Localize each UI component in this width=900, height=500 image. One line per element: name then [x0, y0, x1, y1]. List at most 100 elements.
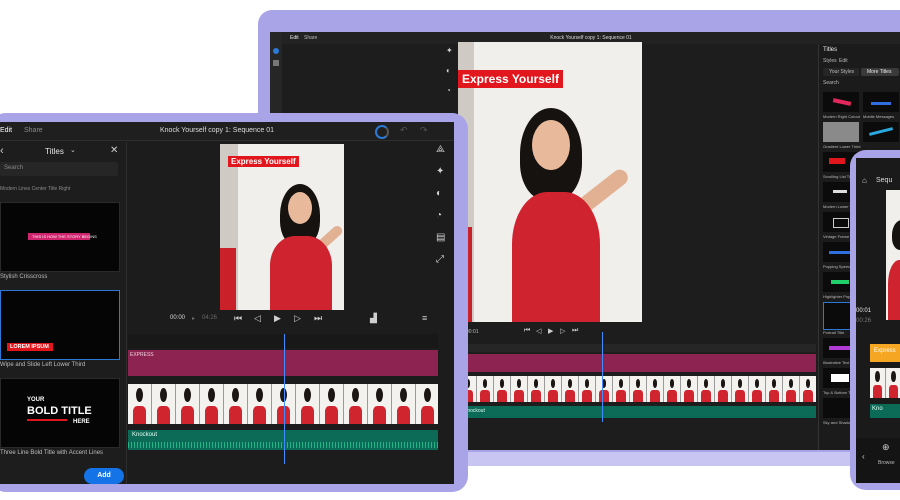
- subtab-your-styles-label: Your Styles: [829, 69, 855, 75]
- step-forward-icon[interactable]: ▷: [294, 313, 301, 324]
- phone-caption-clip-label: Express: [874, 348, 896, 354]
- sequence-title: Knock Yourself copy 1: Sequence 01: [550, 35, 632, 41]
- browse-label[interactable]: Browse: [878, 460, 895, 466]
- total-time: 04:26: [202, 315, 218, 321]
- title-preview-text: LOREM IPSUM: [10, 344, 49, 350]
- tablet-audio-track[interactable]: Knockout: [128, 430, 438, 450]
- tablet-caption-track[interactable]: EXPRESS: [128, 350, 438, 376]
- titles-panel-title: Titles: [45, 147, 64, 156]
- back-chevron-icon[interactable]: ‹: [0, 145, 4, 157]
- laptop-audio-track[interactable]: Knockout: [460, 406, 816, 418]
- phone-audio-label: Kno: [872, 406, 883, 412]
- subtab-more-titles-label: More Titles: [867, 69, 892, 75]
- title-card-three-line-bold[interactable]: YOUR BOLD TITLE HERE: [0, 378, 120, 448]
- home-icon[interactable]: ⌂: [862, 176, 867, 185]
- bold-title-line2: BOLD TITLE: [27, 405, 92, 417]
- go-to-start-icon[interactable]: ⏮: [524, 327, 530, 335]
- phone-screen: ⌂ Sequ 00:01 00:26 Express Kno ‹ ⊕ Brows…: [856, 158, 900, 483]
- tablet-tab-edit[interactable]: Edit: [0, 127, 12, 134]
- color-icon[interactable]: ◐: [446, 66, 451, 75]
- laptop-caption-track[interactable]: [460, 354, 816, 372]
- transform-icon[interactable]: ⤢: [436, 254, 444, 265]
- chevron-down-icon[interactable]: ⌄: [70, 146, 76, 154]
- panel-tab-edit[interactable]: Edit: [839, 58, 848, 64]
- search-placeholder: Search: [4, 165, 24, 171]
- phone-audio-track[interactable]: Kno: [870, 404, 900, 418]
- phone-video-track[interactable]: [870, 368, 900, 398]
- play-icon[interactable]: ▶: [548, 327, 553, 335]
- bold-title-line3: HERE: [73, 419, 90, 425]
- title-label: Gradient Lower Third: [823, 144, 861, 149]
- sync-progress-icon: [375, 125, 389, 139]
- edit-mode-icon[interactable]: [273, 48, 279, 54]
- play-icon[interactable]: ▶: [274, 313, 281, 324]
- titles-search-input[interactable]: Search: [0, 162, 118, 176]
- step-back-icon[interactable]: ◁: [254, 313, 261, 324]
- add-media-icon[interactable]: ⊕: [882, 442, 890, 453]
- title-thumb[interactable]: [823, 92, 859, 112]
- caption-track-label: EXPRESS: [130, 352, 154, 358]
- accent-line: [27, 419, 67, 421]
- phone-total-time: 00:26: [856, 318, 872, 324]
- audio-icon[interactable]: ▤: [436, 232, 445, 243]
- phone-bottom-bar: ‹ ⊕ Browse: [856, 438, 900, 483]
- title-label: Portrait Title: [823, 330, 845, 335]
- tablet-title-caption-overlay[interactable]: Express Yourself: [228, 156, 299, 167]
- tablet-titles-panel: ‹ Titles ⌄ ✕ Search Modern Lines Center …: [0, 142, 127, 484]
- tablet-program-monitor-video: Express Yourself: [220, 144, 344, 310]
- laptop-video-track[interactable]: [460, 376, 816, 402]
- panel-search[interactable]: Search: [823, 80, 839, 86]
- tablet-playback-controls: 00:00 ▸ 04:26 ⏮ ◁ ▶ ▷ ⏭ ▟ ≡: [170, 312, 430, 326]
- laptop-time-ruler[interactable]: [460, 344, 816, 352]
- phone-timecode: 00:01: [856, 308, 872, 314]
- audio-waveform: [128, 442, 438, 448]
- tablet-playhead[interactable]: [284, 334, 285, 464]
- tablet-top-bar: Edit Share Knock Yourself copy 1: Sequen…: [0, 122, 454, 141]
- panel-tab-styles[interactable]: Styles: [823, 58, 837, 64]
- quality-icon[interactable]: ▟: [370, 313, 377, 324]
- title-card-stylish-crisscross[interactable]: THIS IS HOW THE STORY BEGINS: [0, 202, 120, 272]
- time-separator-icon: ▸: [192, 316, 196, 322]
- tablet-video-track[interactable]: [128, 384, 438, 424]
- go-to-end-icon[interactable]: ⏭: [572, 327, 578, 335]
- title-caption-overlay[interactable]: Express Yourself: [458, 70, 563, 88]
- title-thumb[interactable]: [863, 92, 899, 112]
- close-icon[interactable]: ✕: [110, 145, 118, 156]
- card-label: Wipe and Slide Left Lower Third: [0, 362, 86, 368]
- title-thumb[interactable]: [863, 122, 899, 142]
- step-forward-icon[interactable]: ▷: [560, 327, 565, 335]
- add-button[interactable]: Add: [84, 468, 124, 484]
- color-icon[interactable]: ◐: [436, 188, 442, 199]
- speed-icon[interactable]: ◔: [446, 86, 451, 95]
- tablet-tab-share[interactable]: Share: [24, 127, 43, 134]
- phone-sequence-title: Sequ: [876, 177, 893, 184]
- laptop-playhead[interactable]: [602, 332, 603, 422]
- tablet-time-ruler[interactable]: [128, 334, 438, 348]
- effects-icon[interactable]: ✦: [436, 166, 444, 177]
- title-card-wipe-and-slide[interactable]: LOREM IPSUM: [0, 290, 120, 360]
- title-label: Mobile Messages: [863, 114, 895, 119]
- current-time: 00:00: [170, 315, 186, 321]
- redo-icon[interactable]: ↷: [420, 125, 428, 136]
- bold-title-line1: YOUR: [27, 397, 45, 403]
- effects-icon[interactable]: ✦: [446, 46, 453, 55]
- go-to-start-icon[interactable]: ⏮: [234, 313, 242, 324]
- subtab-your-styles[interactable]: Your Styles: [823, 68, 859, 76]
- phone-caption-clip[interactable]: Express: [870, 344, 900, 362]
- title-label: Modern Right Cutout: [823, 114, 860, 119]
- titles-icon[interactable]: ⟁: [436, 144, 445, 155]
- title-preview-text: THIS IS HOW THE STORY BEGINS: [32, 234, 97, 239]
- back-chevron-icon[interactable]: ‹: [862, 452, 865, 461]
- undo-icon[interactable]: ↶: [400, 125, 408, 136]
- subtab-more-titles[interactable]: More Titles: [861, 68, 899, 76]
- list-item-label: Modern Lines Center Title Right: [0, 186, 71, 192]
- laptop-playback-controls: 00:01 ⏮ ◁ ▶ ▷ ⏭: [466, 327, 666, 338]
- title-thumb[interactable]: [823, 122, 859, 142]
- grid-icon[interactable]: [273, 60, 279, 66]
- step-back-icon[interactable]: ◁: [536, 327, 541, 335]
- phone-video-preview: [886, 190, 900, 320]
- menu-icon[interactable]: ≡: [422, 313, 427, 323]
- speed-icon[interactable]: ◔: [436, 210, 442, 221]
- go-to-end-icon[interactable]: ⏭: [314, 313, 322, 324]
- title-preview-bar: LOREM IPSUM: [7, 343, 53, 351]
